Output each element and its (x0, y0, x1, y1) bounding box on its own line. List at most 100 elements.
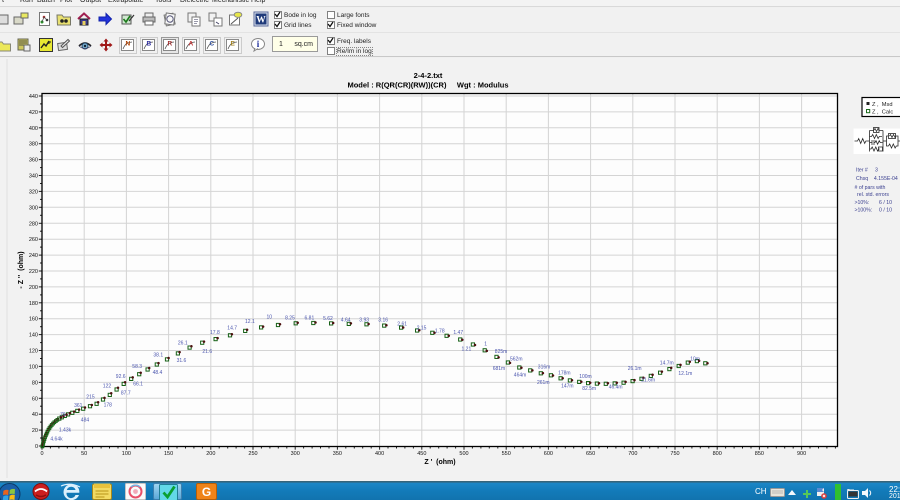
svg-text:0 / 10: 0 / 10 (879, 208, 892, 214)
svg-text:220: 220 (29, 269, 38, 275)
svg-text:825m: 825m (495, 349, 508, 355)
svg-text:92.6: 92.6 (116, 374, 126, 380)
svg-text:3.16: 3.16 (378, 317, 388, 323)
svg-text:250: 250 (248, 451, 257, 457)
svg-text:3.93: 3.93 (359, 318, 369, 324)
svg-text:Z , Calc: Z , Calc (872, 110, 893, 116)
svg-text:# of pars with: # of pars with (855, 185, 886, 191)
svg-text:200: 200 (206, 451, 215, 457)
svg-text:B: B (147, 41, 152, 48)
svg-text:>100%:: >100%: (855, 208, 873, 214)
svg-text:1.47: 1.47 (453, 330, 463, 336)
svg-text:46.4m: 46.4m (609, 385, 623, 391)
svg-text:280: 280 (29, 221, 38, 227)
svg-text:100: 100 (122, 451, 131, 457)
svg-text:100: 100 (29, 364, 38, 370)
svg-text:484: 484 (81, 418, 90, 424)
svg-text:48.4: 48.4 (153, 370, 163, 376)
svg-text:178m: 178m (558, 371, 571, 377)
svg-text:1.43k: 1.43k (59, 428, 72, 434)
svg-text:Chsq 4.155E-04: Chsq 4.155E-04 (856, 176, 898, 182)
svg-text:440: 440 (29, 94, 38, 100)
svg-text:316m: 316m (538, 365, 551, 371)
svg-text:31.6: 31.6 (177, 358, 187, 364)
svg-text:N: N (126, 41, 131, 48)
svg-text:10m: 10m (690, 356, 700, 362)
svg-text:420: 420 (29, 110, 38, 116)
svg-text:100m: 100m (579, 374, 592, 380)
svg-text:320: 320 (29, 189, 38, 195)
svg-text:50: 50 (81, 451, 87, 457)
svg-text:10: 10 (267, 315, 273, 321)
svg-text:66.1: 66.1 (133, 381, 143, 387)
svg-text:R: R (168, 41, 173, 48)
svg-text:26.1m: 26.1m (628, 366, 642, 372)
svg-text:4.64: 4.64 (341, 317, 351, 323)
svg-text:58.3: 58.3 (132, 364, 142, 370)
svg-text:14.7m: 14.7m (660, 360, 674, 366)
svg-text:21.6: 21.6 (202, 349, 212, 355)
svg-text:80: 80 (32, 380, 38, 386)
svg-text:8.25: 8.25 (285, 316, 295, 322)
svg-text:17.8: 17.8 (210, 330, 220, 336)
svg-text:200: 200 (29, 285, 38, 291)
svg-text:Z ' (ohm): Z ' (ohm) (424, 459, 455, 466)
svg-text:178: 178 (104, 402, 113, 408)
svg-text:2.61: 2.61 (397, 322, 407, 328)
svg-text:340: 340 (29, 174, 38, 180)
svg-text:40: 40 (32, 412, 38, 418)
svg-text:300: 300 (29, 205, 38, 211)
svg-text:Model : R(QR(CR)(RW))(CR): Model : R(QR(CR)(RW))(CR) Wgt : Modulus (347, 81, 508, 90)
svg-text:700: 700 (628, 451, 637, 457)
svg-text:300: 300 (291, 451, 300, 457)
svg-text:G: G (202, 485, 211, 499)
svg-text:1.21: 1.21 (462, 347, 472, 353)
svg-text:261m: 261m (537, 380, 550, 386)
svg-text:900: 900 (797, 451, 806, 457)
svg-text:562m: 562m (510, 356, 523, 362)
svg-text:180: 180 (29, 301, 38, 307)
svg-text:600: 600 (544, 451, 553, 457)
svg-text:12.1m: 12.1m (678, 371, 692, 377)
svg-text:82.5m: 82.5m (582, 386, 596, 392)
svg-text:E: E (231, 41, 236, 48)
svg-text:260: 260 (29, 237, 38, 243)
svg-text:A: A (189, 41, 194, 48)
svg-text:360: 360 (29, 158, 38, 164)
svg-text:361: 361 (74, 403, 83, 409)
svg-text:5.62: 5.62 (323, 316, 333, 322)
svg-text:0: 0 (40, 451, 43, 457)
svg-text:2-4-2.txt: 2-4-2.txt (414, 71, 443, 80)
svg-text:C: C (210, 41, 215, 48)
svg-text:240: 240 (29, 253, 38, 259)
svg-text:650: 650 (586, 451, 595, 457)
svg-text:215: 215 (86, 395, 95, 401)
svg-text:6.81: 6.81 (305, 315, 315, 321)
svg-text:122: 122 (103, 384, 112, 390)
svg-text:Iter # 3: Iter # 3 (856, 168, 878, 174)
svg-text:1.78: 1.78 (435, 329, 445, 335)
svg-text:60: 60 (32, 396, 38, 402)
svg-text:850: 850 (755, 451, 764, 457)
svg-text:400: 400 (375, 451, 384, 457)
svg-text:400: 400 (29, 126, 38, 132)
svg-text:2.15: 2.15 (417, 325, 427, 331)
svg-text:>10%:: >10%: (855, 200, 870, 206)
svg-text:1: 1 (484, 342, 487, 348)
svg-text:464m: 464m (514, 373, 527, 379)
svg-text:120: 120 (29, 349, 38, 355)
svg-text:14.7: 14.7 (227, 325, 237, 331)
svg-text:0: 0 (35, 444, 38, 450)
svg-text:681m: 681m (493, 366, 506, 372)
svg-text:26.1: 26.1 (178, 340, 188, 346)
svg-text:20: 20 (32, 428, 38, 434)
svg-text:W: W (256, 16, 266, 26)
svg-text:500: 500 (459, 451, 468, 457)
svg-text:rel. std. errors: rel. std. errors (857, 192, 889, 198)
svg-text:147m: 147m (561, 383, 574, 389)
svg-text:21.6m: 21.6m (641, 377, 655, 383)
svg-text:750: 750 (670, 451, 679, 457)
svg-text:38.1: 38.1 (153, 353, 163, 359)
svg-text:Z , Msd: Z , Msd (872, 102, 893, 108)
svg-text:140: 140 (29, 333, 38, 339)
